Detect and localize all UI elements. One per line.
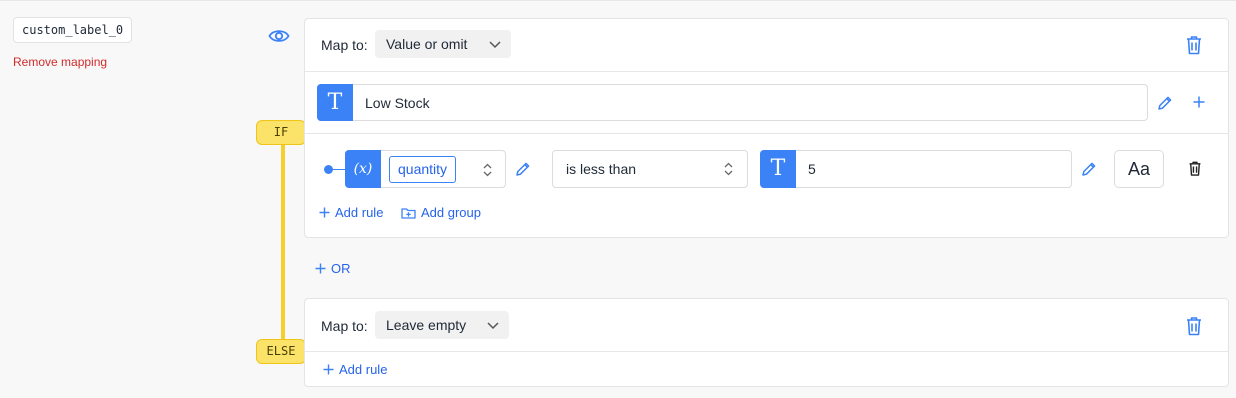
- map-to-select-value: Leave empty: [386, 317, 467, 333]
- operator-select[interactable]: is less than: [552, 150, 748, 188]
- variable-chip[interactable]: quantity: [389, 156, 457, 183]
- add-group-button[interactable]: Add group: [401, 205, 481, 220]
- card-divider: [305, 351, 1228, 352]
- updown-chevron-icon: [483, 163, 492, 177]
- chevron-down-icon: [487, 322, 499, 330]
- variable-type-badge: (x): [345, 150, 381, 188]
- plus-icon: [315, 263, 326, 274]
- add-rule-button[interactable]: Add rule: [323, 362, 387, 377]
- text-type-badge[interactable]: T: [317, 84, 353, 121]
- add-rule-label: Add rule: [339, 362, 388, 377]
- card-divider: [305, 71, 1228, 72]
- add-rule-button[interactable]: Add rule: [319, 205, 383, 220]
- map-to-label: Map to:: [321, 37, 368, 53]
- add-icon[interactable]: [1193, 96, 1205, 108]
- operator-value: is less than: [566, 161, 637, 177]
- field-name-tag: custom_label_0: [13, 17, 133, 43]
- plus-icon: [323, 364, 334, 375]
- text-type-icon: T: [770, 156, 786, 181]
- edit-pencil-icon[interactable]: [1157, 95, 1173, 111]
- top-divider: [0, 0, 1236, 1]
- add-or-branch-button[interactable]: OR: [315, 261, 351, 276]
- map-to-select[interactable]: Leave empty: [375, 311, 509, 339]
- branch-connector-line: [281, 134, 285, 352]
- mapped-value-input[interactable]: T Low Stock: [317, 84, 1148, 121]
- eye-icon[interactable]: [268, 27, 290, 45]
- or-label: OR: [331, 261, 351, 276]
- add-rule-label: Add rule: [335, 205, 384, 220]
- case-sensitive-toggle[interactable]: Aa: [1114, 150, 1164, 188]
- condition-value-input[interactable]: T 5: [760, 150, 1072, 188]
- edit-pencil-icon[interactable]: [515, 161, 531, 177]
- edit-pencil-icon[interactable]: [1081, 161, 1097, 177]
- map-to-label: Map to:: [321, 318, 368, 334]
- condition-connector-line: [330, 169, 346, 170]
- chevron-down-icon: [489, 41, 501, 49]
- folder-plus-icon: [401, 207, 416, 219]
- card-divider: [305, 133, 1228, 134]
- plus-icon: [319, 207, 330, 218]
- map-to-select-value: Value or omit: [386, 36, 468, 52]
- remove-mapping-link[interactable]: Remove mapping: [13, 55, 107, 69]
- text-type-badge[interactable]: T: [760, 150, 796, 188]
- updown-chevron-icon: [724, 162, 733, 176]
- mapped-value-text: Low Stock: [365, 95, 430, 111]
- text-type-icon: T: [327, 89, 343, 115]
- if-rule-card: Map to: Value or omit T Low Stock Add ru…: [304, 18, 1229, 238]
- else-branch-label: ELSE: [256, 339, 306, 364]
- if-branch-label: IF: [256, 120, 306, 145]
- add-group-label: Add group: [421, 205, 481, 220]
- delete-condition-icon[interactable]: [1188, 160, 1202, 177]
- map-to-select[interactable]: Value or omit: [375, 30, 511, 58]
- variable-select[interactable]: (x) quantity: [345, 150, 506, 188]
- else-rule-card: Map to: Leave empty Add rule: [304, 298, 1229, 387]
- delete-rule-icon[interactable]: [1185, 316, 1203, 336]
- condition-value-text: 5: [808, 161, 816, 177]
- delete-rule-icon[interactable]: [1185, 35, 1203, 55]
